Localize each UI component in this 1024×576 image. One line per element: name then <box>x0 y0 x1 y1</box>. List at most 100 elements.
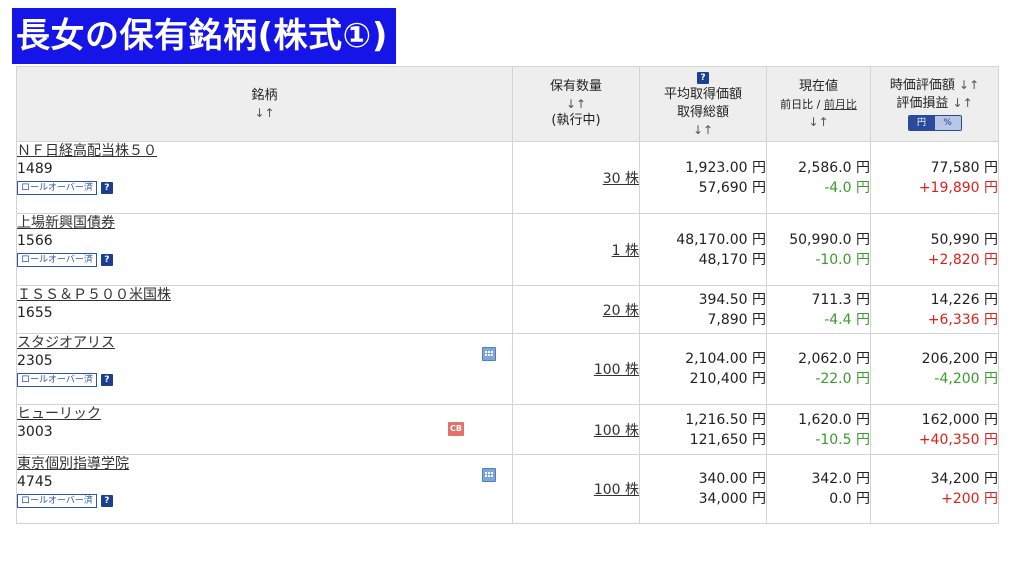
header-price-label: 現在値 <box>798 79 838 94</box>
header-daily-change-label: 前日比 <box>780 98 814 111</box>
sort-arrows-icon[interactable]: ↓↑ <box>767 114 870 130</box>
current-price: 50,990.0 円 <box>789 231 870 248</box>
stock-cell: スタジオアリス 2305 ロールオーバー済? <box>16 333 513 405</box>
quantity-link[interactable]: 100 株 <box>594 423 639 439</box>
price-change: -10.5 円 <box>815 431 870 448</box>
profit-loss: +40,350 円 <box>918 431 998 448</box>
yen-percent-toggle[interactable]: 円 % <box>907 115 962 131</box>
price-change: -4.4 円 <box>824 311 870 328</box>
quantity-link[interactable]: 1 株 <box>612 243 639 259</box>
toggle-percent-button[interactable]: % <box>934 116 961 130</box>
stock-name-link[interactable]: ＩＳＳ＆Ｐ５００米国株 <box>17 286 171 304</box>
stock-cell: ＮＦ日経高配当株５０ 1489 ロールオーバー済? <box>16 141 513 214</box>
table-row: ＩＳＳ＆Ｐ５００米国株 1655 20 株 394.50 円 7,890 円 7… <box>16 285 999 334</box>
avg-price: 394.50 円 <box>698 291 766 308</box>
avg-price: 2,104.00 円 <box>685 351 766 367</box>
market-value: 50,990 円 <box>930 231 998 248</box>
current-price: 2,062.0 円 <box>798 351 870 367</box>
stock-name-link[interactable]: 上場新興国債券 <box>17 214 115 232</box>
stock-code: 1489 <box>17 161 53 177</box>
stock-name-link[interactable]: 東京個別指導学院 <box>17 455 129 473</box>
current-price: 342.0 円 <box>811 471 870 487</box>
rollover-badge: ロールオーバー済 <box>17 493 97 508</box>
valuation-cell: 34,200 円 +200 円 <box>870 454 999 524</box>
help-icon[interactable]: ? <box>697 72 709 84</box>
sort-arrows-icon[interactable]: ↓↑ <box>959 78 979 92</box>
quantity-link[interactable]: 100 株 <box>594 482 639 498</box>
calendar-icon[interactable] <box>482 468 496 482</box>
header-name-label: 銘柄 <box>251 88 278 103</box>
valuation-cell: 50,990 円 +2,820 円 <box>870 213 999 286</box>
quantity-cell: 100 株 <box>512 454 640 524</box>
price-cell: 2,586.0 円 -4.0 円 <box>766 141 871 214</box>
header-avg-price[interactable]: ? 平均取得価額 取得総額 ↓↑ <box>639 66 767 142</box>
sort-arrows-icon[interactable]: ↓↑ <box>17 105 512 121</box>
price-change: 0.0 円 <box>829 491 870 507</box>
header-valuation[interactable]: 時価評価額 ↓↑ 評価損益 ↓↑ 円 % <box>870 66 999 142</box>
market-value: 34,200 円 <box>930 471 998 487</box>
stock-name-link[interactable]: ＮＦ日経高配当株５０ <box>17 142 157 160</box>
profit-loss: +200 円 <box>941 491 998 507</box>
price-cell: 50,990.0 円 -10.0 円 <box>766 213 871 286</box>
market-value: 14,226 円 <box>930 291 998 308</box>
avg-price: 48,170.00 円 <box>676 231 766 248</box>
price-cell: 342.0 円 0.0 円 <box>766 454 871 524</box>
sort-arrows-icon[interactable]: ↓↑ <box>640 122 766 138</box>
header-value-label: 時価評価額 <box>889 78 955 93</box>
stock-code: 3003 <box>17 424 53 440</box>
help-icon[interactable]: ? <box>100 373 113 386</box>
rollover-badge: ロールオーバー済 <box>17 372 97 387</box>
quantity-link[interactable]: 30 株 <box>603 171 639 187</box>
total-cost: 57,690 円 <box>698 179 766 196</box>
help-icon[interactable]: ? <box>100 494 113 507</box>
price-cell: 1,620.0 円 -10.5 円 <box>766 404 871 455</box>
table-row: ＮＦ日経高配当株５０ 1489 ロールオーバー済? 30 株 1,923.00 … <box>16 141 999 214</box>
header-monthly-change-link[interactable]: 前月比 <box>824 98 857 111</box>
rollover-badge: ロールオーバー済 <box>17 180 97 195</box>
stock-name-link[interactable]: ヒューリック <box>17 405 101 423</box>
holdings-table: 銘柄 ↓↑ 保有数量 ↓↑ (執行中) ? 平均取得価額 取得総額 ↓↑ 現在値… <box>16 66 999 524</box>
toggle-yen-button[interactable]: 円 <box>908 116 935 130</box>
sort-arrows-icon[interactable]: ↓↑ <box>513 96 639 112</box>
header-value-row: 時価評価額 ↓↑ <box>871 77 998 95</box>
valuation-cell: 206,200 円 -4,200 円 <box>870 333 999 405</box>
profit-loss: +19,890 円 <box>918 179 998 196</box>
quantity-link[interactable]: 20 株 <box>603 303 639 319</box>
stock-name-link[interactable]: スタジオアリス <box>17 334 115 352</box>
stock-code: 1566 <box>17 233 53 249</box>
sort-arrows-icon[interactable]: ↓↑ <box>953 96 973 110</box>
valuation-cell: 77,580 円 +19,890 円 <box>870 141 999 214</box>
total-cost: 34,000 円 <box>698 491 766 507</box>
help-icon[interactable]: ? <box>100 181 113 194</box>
header-quantity[interactable]: 保有数量 ↓↑ (執行中) <box>512 66 640 142</box>
help-icon[interactable]: ? <box>100 253 113 266</box>
current-price: 711.3 円 <box>811 291 870 308</box>
avg-cost-cell: 48,170.00 円 48,170 円 <box>639 213 767 286</box>
stock-code: 4745 <box>17 474 53 490</box>
header-current-price[interactable]: 現在値 前日比 / 前月比 ↓↑ <box>766 66 871 142</box>
current-price: 1,620.0 円 <box>798 411 870 428</box>
current-price: 2,586.0 円 <box>798 159 870 176</box>
avg-cost-cell: 394.50 円 7,890 円 <box>639 285 767 334</box>
header-separator: / <box>816 98 821 111</box>
header-qty-sub-label: (執行中) <box>551 113 601 128</box>
cb-icon[interactable]: CB <box>448 422 464 436</box>
price-cell: 2,062.0 円 -22.0 円 <box>766 333 871 405</box>
quantity-cell: 30 株 <box>512 141 640 214</box>
header-stock-name[interactable]: 銘柄 ↓↑ <box>16 66 513 142</box>
quantity-cell: 100 株 <box>512 333 640 405</box>
total-cost: 7,890 円 <box>707 311 766 328</box>
table-row: 上場新興国債券 1566 ロールオーバー済? 1 株 48,170.00 円 4… <box>16 213 999 286</box>
header-change-labels: 前日比 / 前月比 <box>767 96 870 114</box>
market-value: 162,000 円 <box>921 411 998 428</box>
valuation-cell: 162,000 円 +40,350 円 <box>870 404 999 455</box>
avg-price: 340.00 円 <box>698 471 766 487</box>
market-value: 206,200 円 <box>921 351 998 367</box>
calendar-icon[interactable] <box>482 347 496 361</box>
avg-cost-cell: 340.00 円 34,000 円 <box>639 454 767 524</box>
header-avg-label: 平均取得価額 <box>663 86 742 102</box>
header-total-label: 取得総額 <box>676 104 729 120</box>
page-title: 長女の保有銘柄(株式①) <box>12 8 396 64</box>
price-change: -22.0 円 <box>815 371 870 387</box>
quantity-link[interactable]: 100 株 <box>594 362 639 378</box>
